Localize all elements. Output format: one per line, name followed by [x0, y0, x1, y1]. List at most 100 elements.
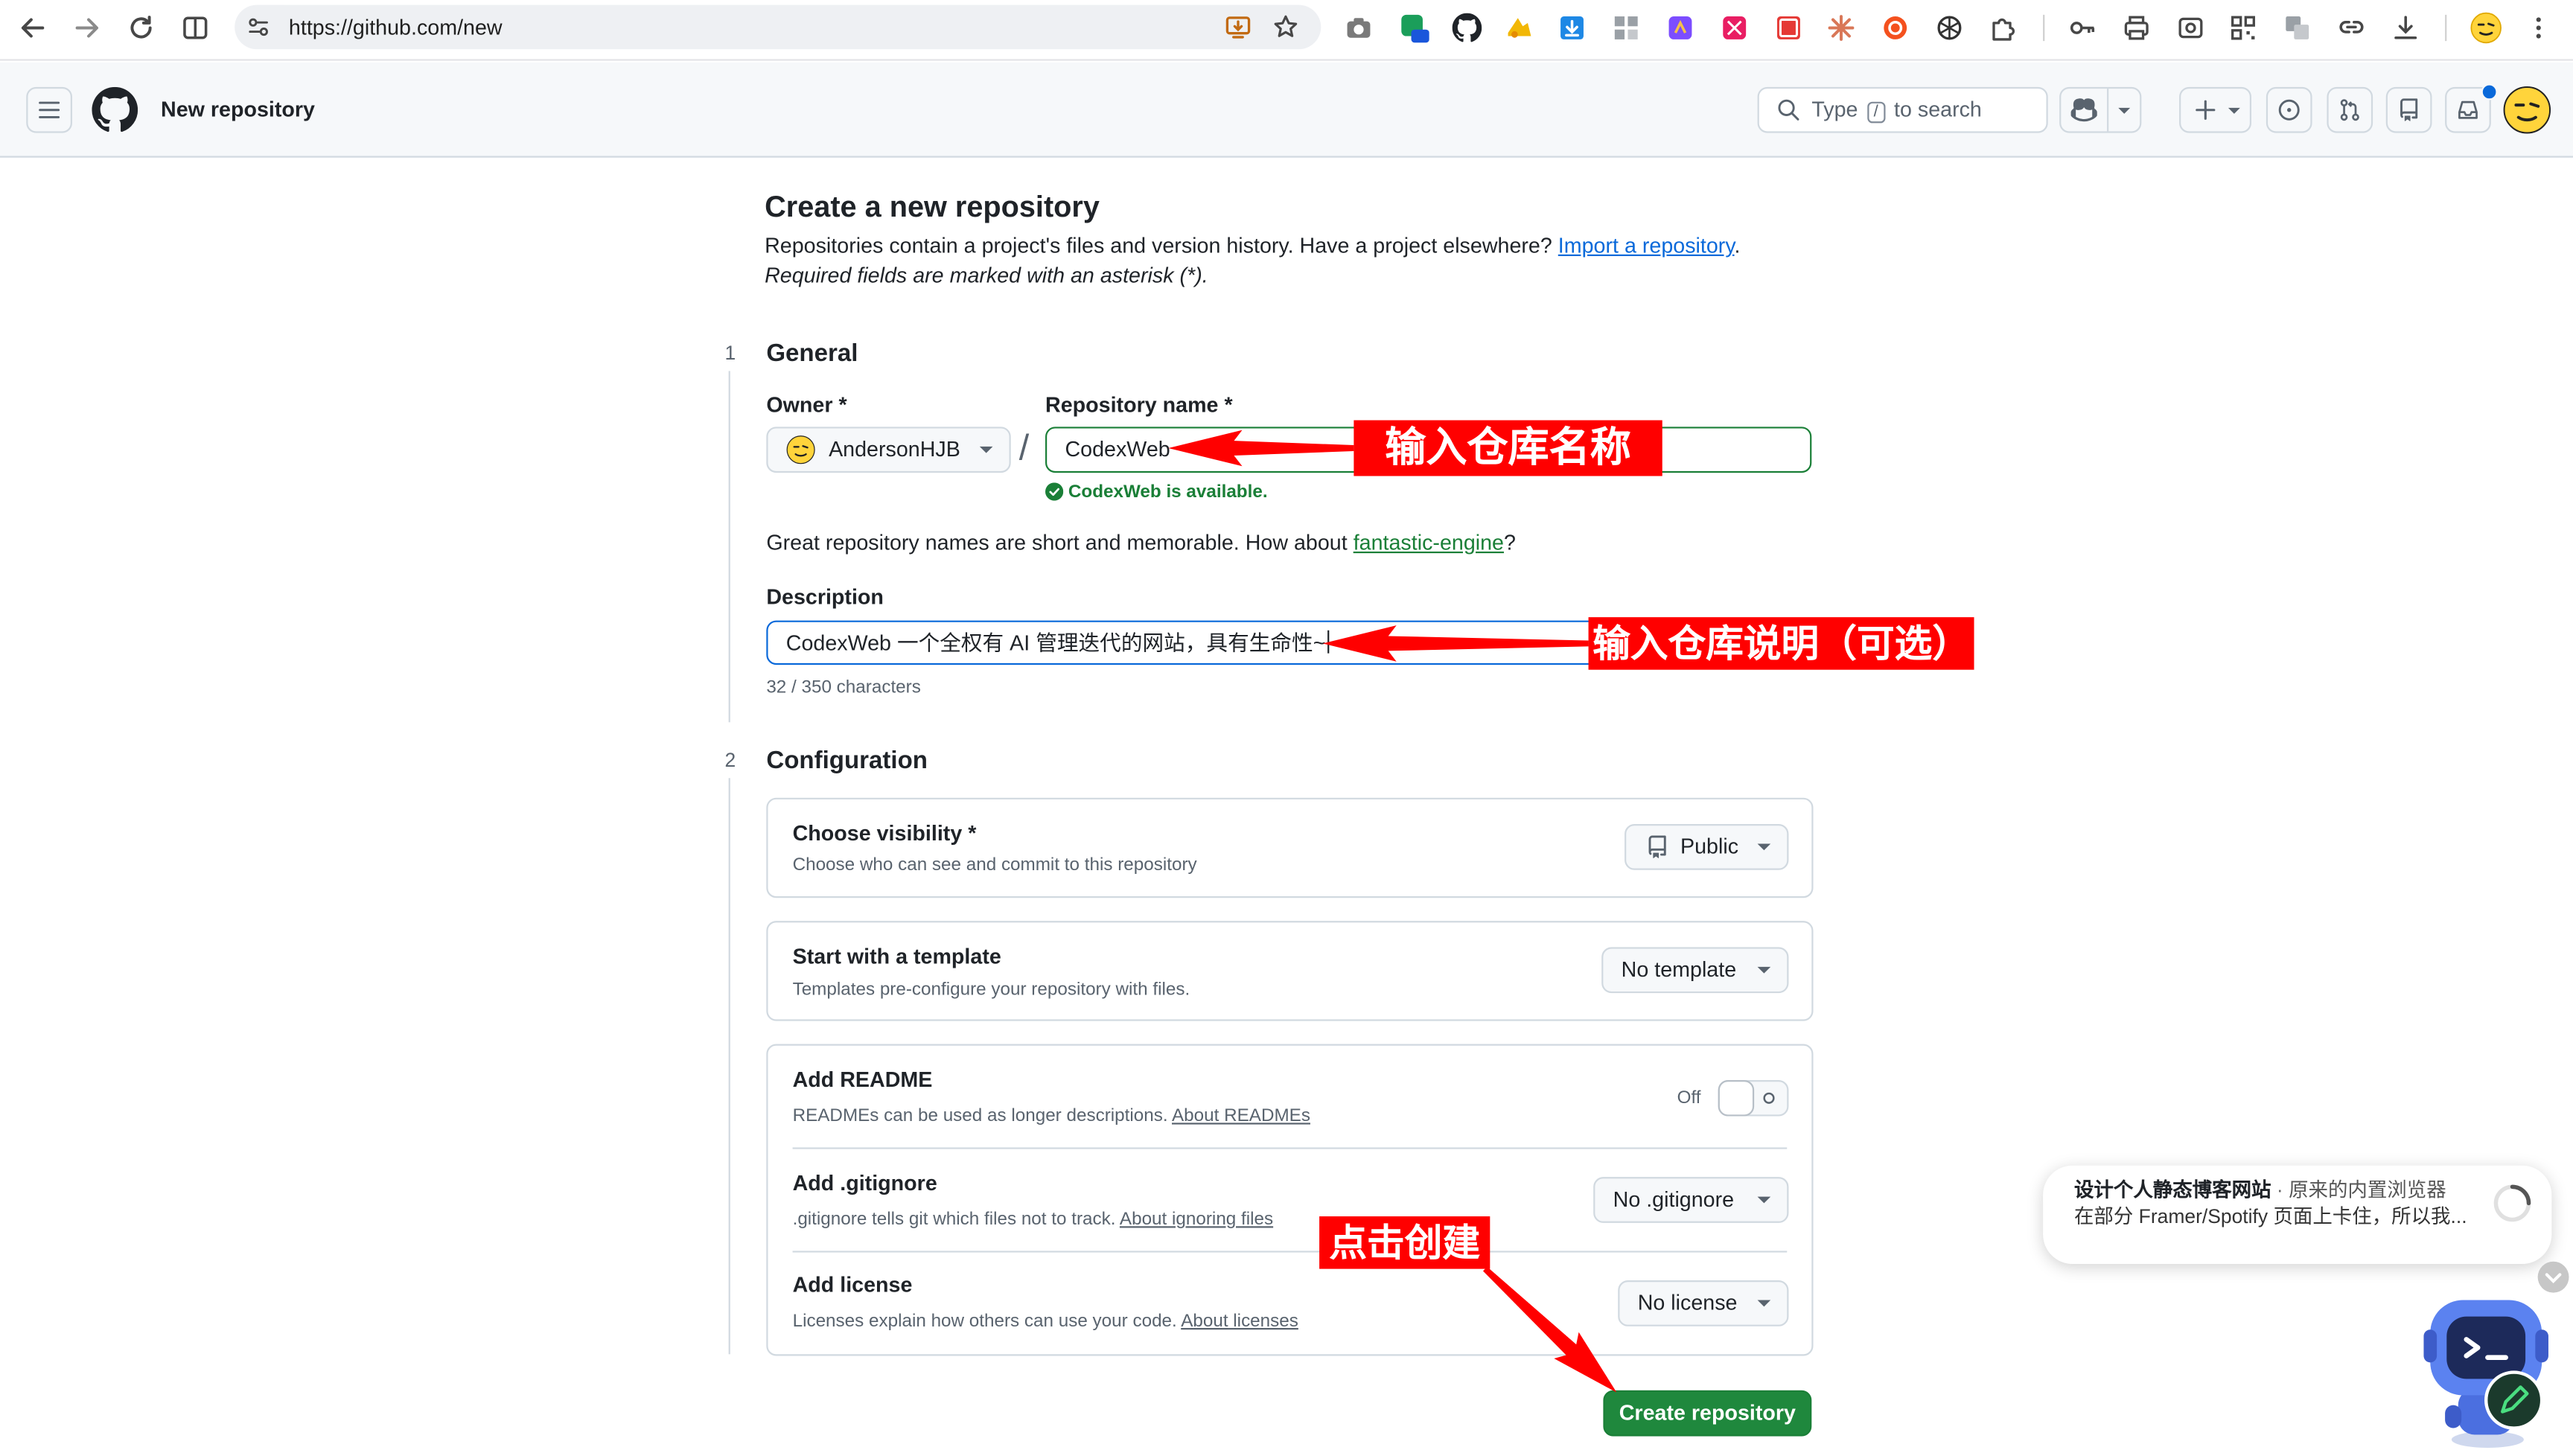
inbox-button[interactable]: [2445, 83, 2498, 133]
gitignore-value: No .gitignore: [1613, 1187, 1735, 1212]
description-value: CodexWeb 一个全权有 AI 管理迭代的网站，具有生命性~: [786, 630, 1329, 657]
download-icon[interactable]: [2391, 13, 2420, 43]
link-icon[interactable]: [2337, 13, 2367, 43]
chevron-down-icon: [979, 446, 993, 453]
create-repository-button[interactable]: Create repository: [1603, 1390, 1812, 1437]
assistant-mascot-icon[interactable]: [2422, 1287, 2557, 1452]
template-description: Templates pre-configure your repository …: [792, 980, 1190, 1000]
camera-icon[interactable]: [1344, 13, 1374, 43]
chevron-down-icon[interactable]: [2117, 103, 2132, 118]
address-bar[interactable]: https://github.com/new: [235, 4, 1321, 50]
plus-icon: [2196, 100, 2216, 120]
profile-avatar-icon[interactable]: [2470, 11, 2502, 44]
screenshot-icon[interactable]: [2176, 13, 2206, 43]
button-divider: [2107, 89, 2109, 132]
description-text: CodexWeb 一个全权有 AI 管理迭代的网站，具有生命性~: [785, 630, 1326, 655]
pink-extension-icon[interactable]: [1720, 13, 1750, 43]
inbox-icon: [2458, 100, 2478, 119]
gitignore-select[interactable]: No .gitignore: [1593, 1177, 1789, 1223]
repo-name-label: Repository name *: [1045, 392, 1233, 418]
screen: https://github.com/new New repository Ty…: [0, 0, 2573, 1456]
qr-icon[interactable]: [2228, 13, 2258, 43]
grid-extension-icon[interactable]: [1611, 13, 1641, 43]
license-description: Licenses explain how others can use your…: [793, 1310, 1298, 1333]
annotation-create: 点击创建: [1319, 1216, 1490, 1269]
translate-on-icon[interactable]: [1400, 13, 1429, 43]
readme-toggle[interactable]: [1718, 1080, 1789, 1117]
purple-extension-icon[interactable]: [1665, 13, 1695, 43]
pull-requests-button[interactable]: [2327, 86, 2373, 133]
bookmark-star-icon[interactable]: [1272, 13, 1299, 41]
owner-value: AndersonHJB: [829, 436, 960, 462]
owner-select[interactable]: AndersonHJB: [766, 427, 1011, 473]
browser-toolbar: https://github.com/new: [0, 0, 2573, 61]
repo-icon: [2400, 98, 2418, 121]
issues-button[interactable]: [2266, 86, 2312, 133]
user-avatar[interactable]: [2502, 86, 2551, 135]
visibility-card: Choose visibility * Choose who can see a…: [766, 797, 1814, 898]
notification-header: 设计个人静态博客网站 · 原来的内置浏览器: [2074, 1178, 2446, 1203]
claude-icon[interactable]: [1826, 13, 1856, 43]
chevron-down-icon: [1757, 1196, 1771, 1204]
about-licenses-link[interactable]: About licenses: [1181, 1312, 1298, 1331]
template-select[interactable]: No template: [1601, 947, 1789, 994]
chevron-down-icon: [1757, 966, 1771, 974]
red-circle-icon[interactable]: [1881, 13, 1910, 43]
search-icon: [1778, 99, 1799, 121]
back-arrow-icon[interactable]: [18, 13, 48, 43]
toggle-off-icon: [1763, 1092, 1775, 1104]
visibility-select[interactable]: Public: [1625, 824, 1789, 870]
chevron-down-icon: [2228, 107, 2240, 114]
import-repository-link[interactable]: Import a repository: [1558, 233, 1735, 258]
chevron-down-icon: [1757, 1300, 1771, 1307]
page-subtitle-text: Repositories contain a project's files a…: [765, 233, 1552, 258]
annotation-repo-name: 输入仓库名称: [1354, 420, 1662, 476]
split-view-icon[interactable]: [180, 13, 210, 43]
readme-description: READMEs can be used as longer descriptio…: [793, 1105, 1310, 1128]
assistant-notification[interactable]: 设计个人静态博客网站 · 原来的内置浏览器 在部分 Framer/Spotify…: [2043, 1165, 2552, 1265]
toggle-knob: [1718, 1080, 1755, 1117]
notification-dot: [2481, 83, 2498, 100]
search-placeholder: Type / to search: [1811, 97, 1982, 124]
step-2-number: 2: [715, 745, 745, 775]
github-icon[interactable]: [1452, 13, 1482, 43]
install-app-icon[interactable]: [1224, 13, 1252, 41]
required-note: Required fields are marked with an aster…: [765, 262, 1208, 287]
license-select[interactable]: No license: [1618, 1280, 1789, 1326]
openai-icon[interactable]: [1935, 13, 1965, 43]
toolbar-separator: [2445, 14, 2447, 42]
description-char-count: 32 / 350 characters: [766, 677, 921, 698]
copilot-button[interactable]: [2059, 86, 2142, 133]
print-icon[interactable]: [2122, 13, 2152, 43]
suggested-name-link[interactable]: fantastic-engine: [1354, 530, 1504, 555]
about-readmes-link[interactable]: About READMEs: [1172, 1106, 1310, 1125]
description-label: Description: [766, 584, 884, 610]
fe-extension-icon[interactable]: [1774, 13, 1804, 43]
visibility-description: Choose who can see and commit to this re…: [792, 855, 1197, 875]
pull-request-icon: [2340, 99, 2359, 121]
key-icon[interactable]: [2067, 13, 2097, 43]
forward-arrow-icon[interactable]: [72, 13, 102, 43]
github-logo-icon[interactable]: [92, 86, 138, 133]
availability-message: CodexWeb is available.: [1045, 481, 1268, 504]
yellow-extension-icon[interactable]: [1505, 13, 1534, 43]
issue-opened-icon: [2278, 99, 2300, 121]
notification-title: 设计个人静态博客网站: [2073, 1178, 2271, 1202]
repositories-button[interactable]: [2385, 86, 2432, 133]
reload-icon[interactable]: [127, 13, 156, 43]
blue-download-icon[interactable]: [1557, 13, 1587, 43]
menu-dots-icon[interactable]: [2524, 13, 2554, 43]
page-title: Create a new repository: [765, 190, 1100, 223]
about-ignoring-files-link[interactable]: About ignoring files: [1120, 1210, 1273, 1229]
owner-repo-separator: /: [1018, 427, 1030, 468]
url-text[interactable]: https://github.com/new: [289, 15, 503, 39]
translate-icon[interactable]: [2283, 13, 2312, 43]
create-new-button[interactable]: [2179, 86, 2252, 133]
hamburger-icon: [39, 101, 60, 118]
puzzle-icon[interactable]: [1989, 13, 2018, 43]
annotation-description: 输入仓库说明（可选）: [1588, 617, 1974, 670]
visibility-value: Public: [1680, 834, 1739, 859]
search-input[interactable]: Type / to search: [1757, 86, 2048, 133]
global-nav-button[interactable]: [26, 86, 72, 133]
site-settings-icon[interactable]: [246, 15, 271, 39]
